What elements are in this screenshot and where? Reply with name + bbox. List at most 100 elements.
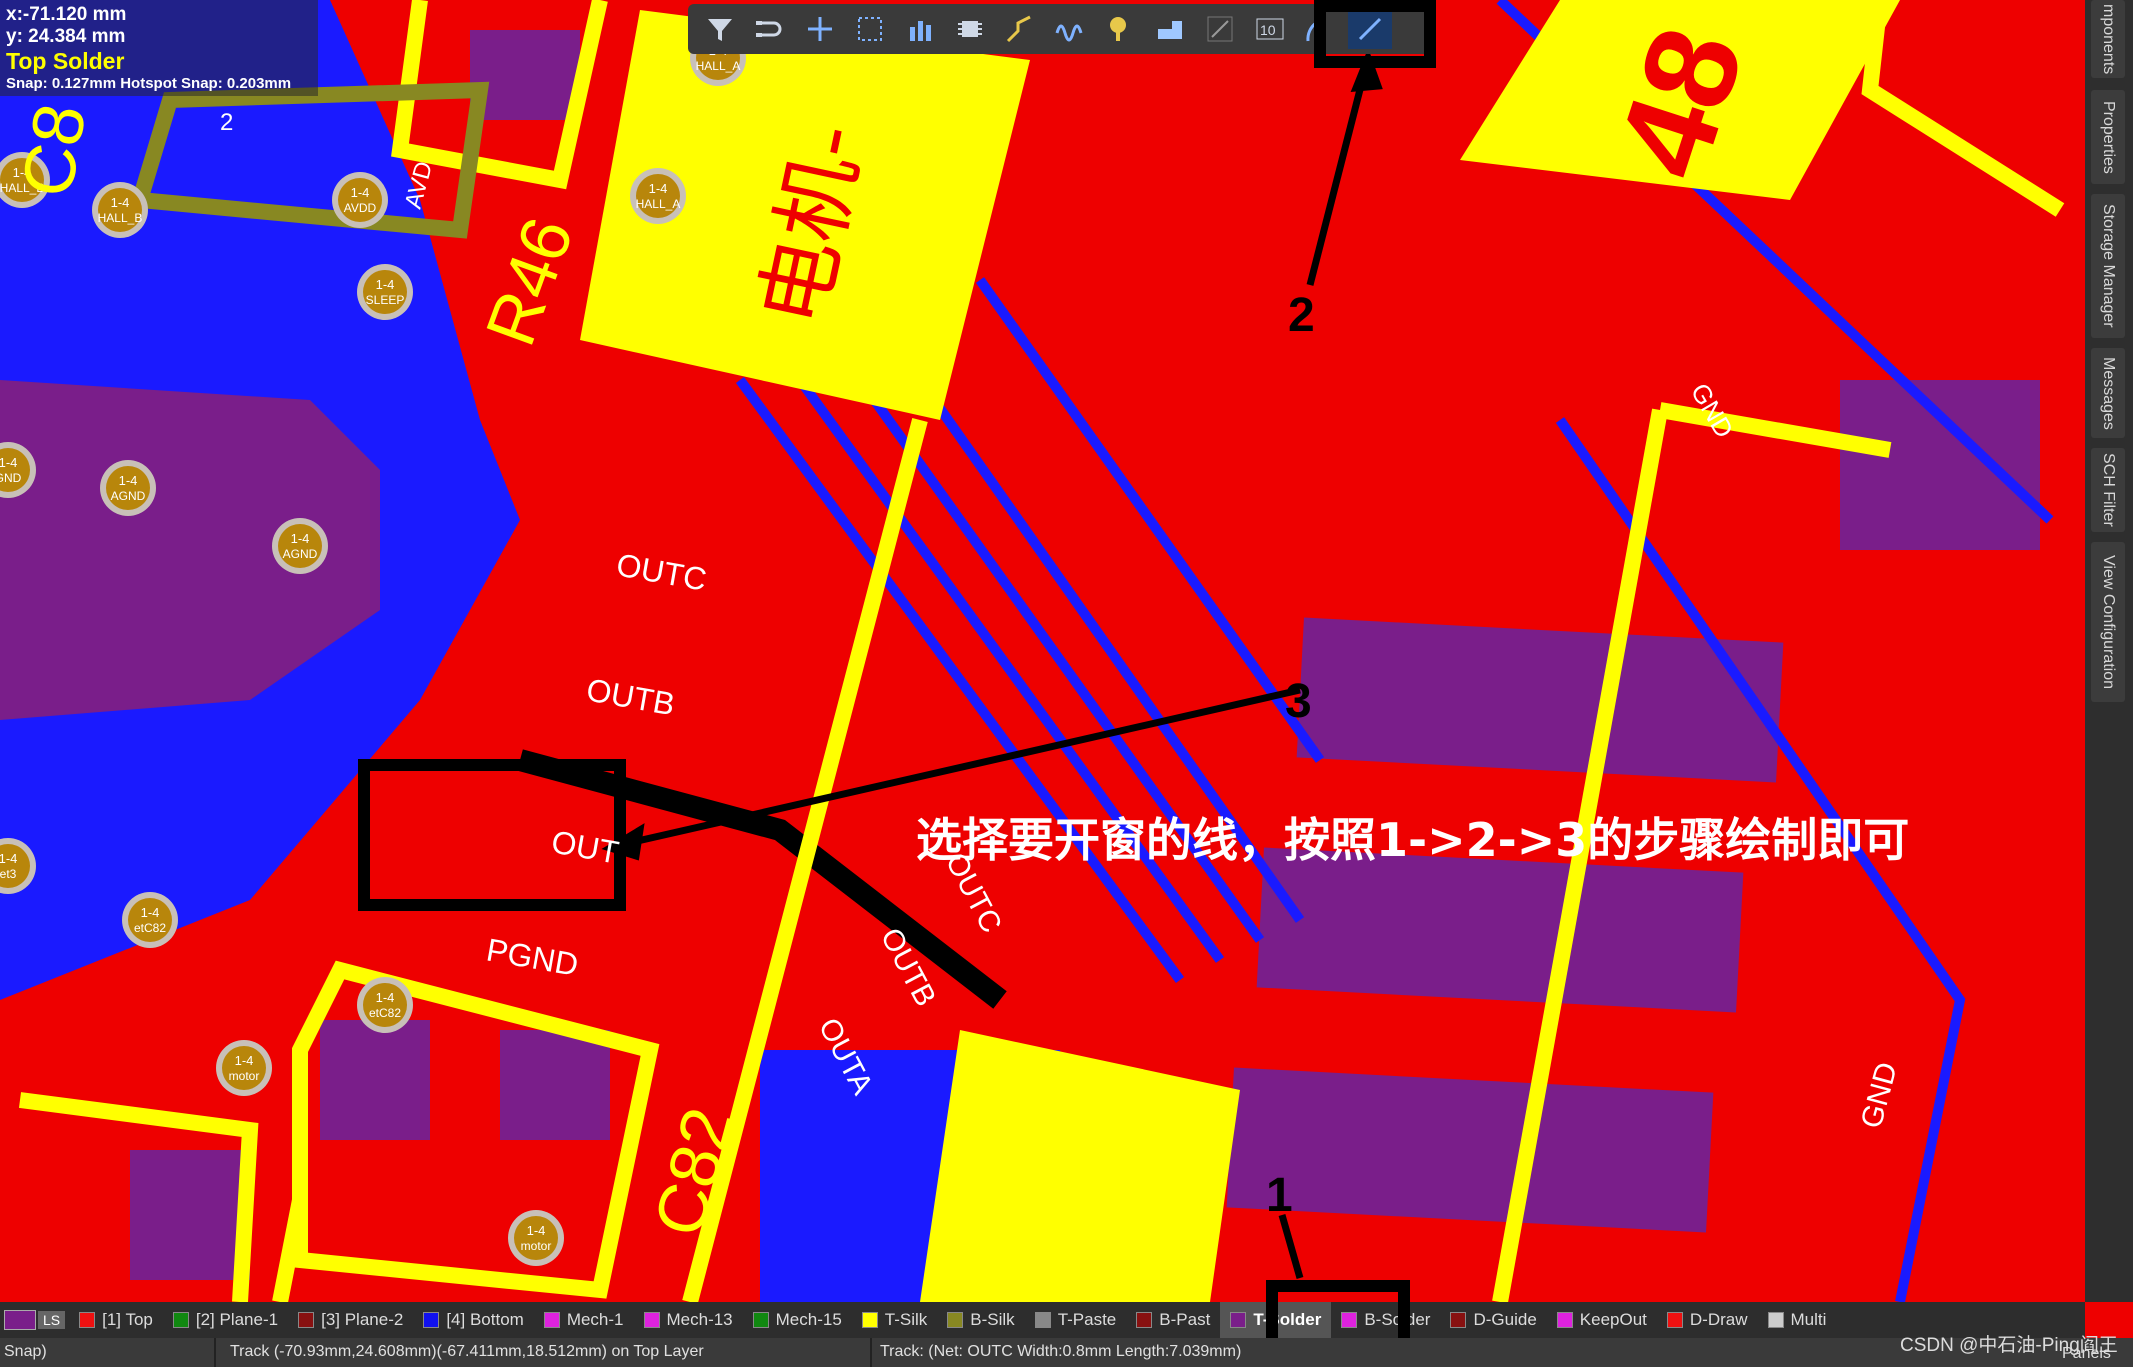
chart-icon[interactable]: [898, 9, 942, 49]
layer-tab[interactable]: B-Past: [1126, 1302, 1220, 1338]
pad-layer-label: 1-4: [0, 851, 17, 866]
solder-pad: [1840, 380, 2040, 550]
pad-net-label: GND: [0, 471, 22, 485]
layer-tab-label: Mech-13: [666, 1310, 733, 1329]
pad-net-label: SLEEP: [366, 293, 405, 307]
panel-tab-sch-filter[interactable]: SCH Filter: [2091, 448, 2125, 532]
current-layer: Top Solder: [6, 48, 125, 74]
layer-tab[interactable]: Multi: [1758, 1302, 1837, 1338]
pad-net-label: AGND: [111, 489, 146, 503]
layer-tab[interactable]: B-Silk: [937, 1302, 1024, 1338]
via-pad[interactable]: 1-4etC82: [122, 892, 178, 948]
via-pad[interactable]: 1-4HALL_A: [630, 168, 686, 224]
layer-tab-label: [4] Bottom: [446, 1310, 524, 1329]
via-pad[interactable]: 1-4SLEEP: [357, 264, 413, 320]
component-icon[interactable]: [948, 9, 992, 49]
via-pad[interactable]: 1-4AVDD: [332, 172, 388, 228]
solder-pad: [500, 1030, 610, 1140]
via-pad[interactable]: 1-4motor: [216, 1040, 272, 1096]
layer-tab-label: B-Silk: [970, 1310, 1015, 1329]
layer-tab[interactable]: [4] Bottom: [413, 1302, 533, 1338]
panel-tab-messages[interactable]: Messages: [2091, 348, 2125, 438]
layer-tab[interactable]: [2] Plane-1: [163, 1302, 288, 1338]
layer-tab[interactable]: [1] Top: [69, 1302, 163, 1338]
pcb-canvas[interactable]: 1-4HALL_B1-4HALL_B1-4HALL_A1-4AVDD1-4SLE…: [0, 0, 2085, 1302]
layer-color-swatch: [1556, 1312, 1573, 1328]
panel-tab-properties[interactable]: Properties: [2091, 90, 2125, 184]
tune-icon[interactable]: [1048, 9, 1092, 49]
layer-tabs-bar: LS [1] Top [2] Plane-1 [3] Plane-2 [4] Bott…: [0, 1302, 2085, 1338]
status-snap: Snap): [4, 1343, 47, 1360]
via-icon[interactable]: [1198, 9, 1242, 49]
solder-pad: [470, 30, 580, 120]
via-pad[interactable]: 1-4etC82: [357, 977, 413, 1033]
layer-tab[interactable]: [3] Plane-2: [288, 1302, 413, 1338]
route-icon[interactable]: [998, 9, 1042, 49]
silk-text-c8: C8: [7, 98, 102, 203]
layer-color-swatch: [298, 1312, 315, 1328]
pad-net-label: motor: [229, 1069, 260, 1083]
layer-tab[interactable]: Mech-1: [534, 1302, 634, 1338]
pad-net-label: etC82: [369, 1006, 401, 1020]
pad-net-label: etC82: [134, 921, 166, 935]
status-track-position: Track (-70.93mm,24.608mm)(-67.411mm,18.5…: [230, 1343, 704, 1360]
pad-layer-label: 1-4: [141, 905, 160, 920]
right-panel-tabs: mponents Properties Storage Manager Mess…: [2085, 0, 2133, 1302]
status-track-net: Track: (Net: OUTC Width:0.8mm Length:7.0…: [880, 1343, 1242, 1360]
layer-tab[interactable]: Mech-13: [634, 1302, 743, 1338]
step-1-label: 1: [1266, 1169, 1293, 1222]
layer-tab[interactable]: D-Guide: [1440, 1302, 1546, 1338]
layer-color-swatch: [172, 1312, 189, 1328]
string-icon[interactable]: 10: [1248, 9, 1292, 49]
pad-net-label: HALL_A: [636, 197, 681, 211]
select-rect-icon[interactable]: [848, 9, 892, 49]
layer-tab[interactable]: T-Silk: [852, 1302, 938, 1338]
layer-color-swatch: [1034, 1312, 1051, 1328]
panels-button[interactable]: Panels: [2062, 1345, 2111, 1363]
pad-layer-label: 1-4: [119, 473, 138, 488]
layer-set-selector[interactable]: LS: [0, 1302, 69, 1338]
pad-icon[interactable]: [1098, 9, 1142, 49]
layer-tab-label: D-Guide: [1473, 1310, 1537, 1329]
via-pad[interactable]: 1-4AGND: [100, 460, 156, 516]
layer-tab[interactable]: T-Paste: [1025, 1302, 1127, 1338]
pad-layer-label: 1-4: [376, 277, 395, 292]
interactive-routing-icon[interactable]: [748, 9, 792, 49]
solder-pad: [1256, 847, 1744, 1013]
layer-tab-label: KeepOut: [1579, 1310, 1647, 1329]
panel-tab-view-configuration[interactable]: View Configuration: [2091, 542, 2125, 702]
polygon-icon[interactable]: [1148, 9, 1192, 49]
panel-tab-storage-manager[interactable]: Storage Manager: [2091, 194, 2125, 338]
via-pad[interactable]: 1-4AGND: [272, 518, 328, 574]
layer-tab-label: [2] Plane-1: [195, 1310, 279, 1329]
panel-tab-components[interactable]: mponents: [2091, 0, 2125, 78]
layer-tab[interactable]: Mech-15: [743, 1302, 852, 1338]
pad-net-label: HALL_B: [98, 211, 143, 225]
pad-net-label: AVDD: [344, 201, 377, 215]
via-pad[interactable]: 1-4HALL_B: [92, 182, 148, 238]
instruction-text: 选择要开窗的线，按照1->2->3的步骤绘制即可: [916, 813, 1910, 867]
layer-tab-label: Multi: [1790, 1310, 1827, 1329]
net-label-2: 2: [220, 109, 233, 136]
via-pad[interactable]: 1-4motor: [508, 1210, 564, 1266]
pad-net-label: AGND: [283, 547, 318, 561]
cross-icon[interactable]: [798, 9, 842, 49]
layer-color-swatch: [1767, 1312, 1784, 1328]
layer-tab-label: T-Paste: [1057, 1310, 1117, 1329]
layer-color-swatch: [643, 1312, 660, 1328]
layer-tab[interactable]: KeepOut: [1547, 1302, 1657, 1338]
layer-tab-label: D-Draw: [1689, 1310, 1748, 1329]
pad-net-label: motor: [521, 1239, 552, 1253]
layer-tab-label: [3] Plane-2: [321, 1310, 404, 1329]
highlight-box-line-tool: [1314, 0, 1436, 68]
layer-color-swatch: [1450, 1312, 1467, 1328]
filter-icon[interactable]: [698, 9, 742, 49]
layer-tab-label: T-Silk: [884, 1310, 928, 1329]
status-bar: Snap) Track (-70.93mm,24.608mm)(-67.411m…: [0, 1338, 2133, 1367]
layer-color-swatch: [79, 1312, 96, 1328]
layer-tab[interactable]: D-Draw: [1657, 1302, 1758, 1338]
x-coordinate: x:-71.120 mm: [6, 4, 127, 25]
layer-color-swatch: [752, 1312, 769, 1328]
solder-pad: [130, 1150, 250, 1280]
layer-color-swatch: [543, 1312, 560, 1328]
